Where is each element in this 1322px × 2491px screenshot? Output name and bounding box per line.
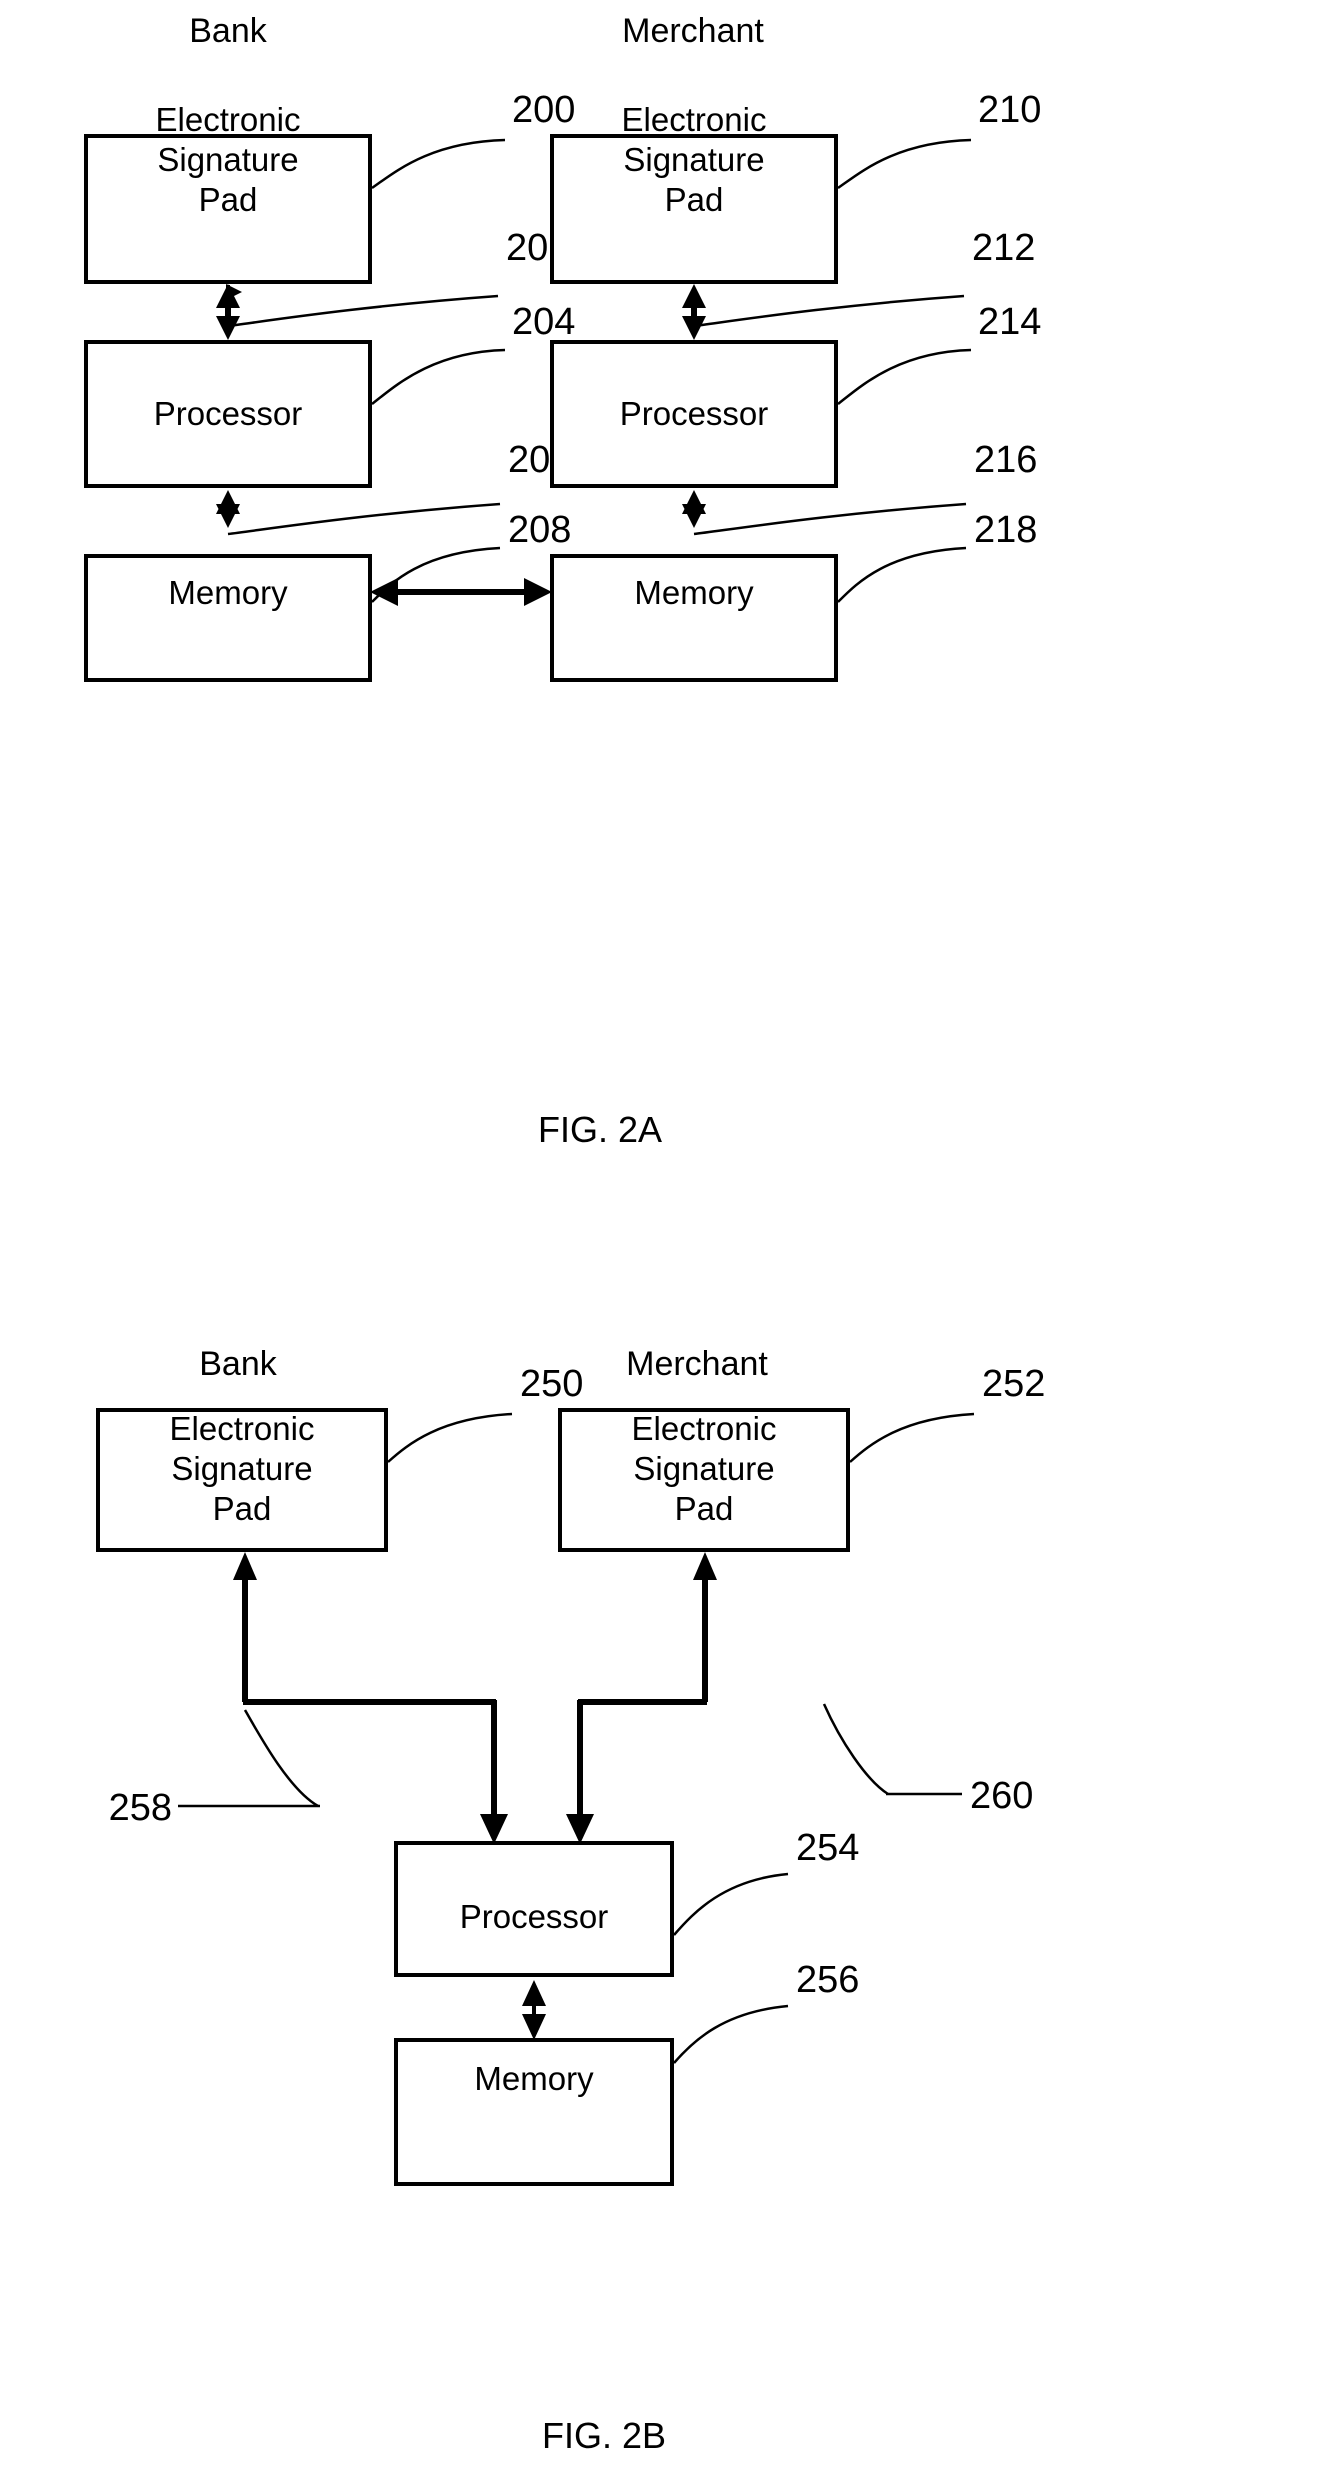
fig2a-conn-202 bbox=[216, 284, 240, 340]
fig2a-leader-202 bbox=[227, 294, 499, 328]
fig2b-conn-pm-arrow-down bbox=[522, 2014, 546, 2040]
fig2a-conn-216 bbox=[682, 490, 706, 528]
fig2b-leader-260 bbox=[822, 1703, 889, 1796]
fig2a-ref-212: 212 bbox=[972, 227, 1035, 269]
fig2a-ref-214: 214 bbox=[978, 301, 1041, 343]
fig2b-leader-258 bbox=[243, 1709, 319, 1808]
fig2b-leader-256 bbox=[673, 2004, 789, 2064]
fig2a-merchant-title: Merchant bbox=[622, 12, 764, 50]
fig2a-leader-214 bbox=[837, 348, 972, 405]
fig2b-conn-260 bbox=[566, 1552, 717, 1844]
fig2b-memory-label: Memory bbox=[474, 2060, 594, 2097]
fig2b-bank-title: Bank bbox=[199, 1345, 277, 1383]
fig2a-merchant-pad-line1: Electronic bbox=[622, 101, 767, 138]
fig2a-ref-218: 218 bbox=[974, 509, 1037, 551]
fig2a-bank-memory-label: Memory bbox=[168, 574, 288, 611]
fig2a-conn-memory-memory bbox=[370, 578, 552, 606]
fig2b-bank-pad-line1: Electronic bbox=[170, 1410, 315, 1447]
fig2b-processor-label: Processor bbox=[460, 1898, 609, 1935]
fig2a-conn-206 bbox=[216, 490, 240, 528]
fig2a-merchant-pad-line2: Signature bbox=[623, 141, 764, 178]
fig2b-leader-254 bbox=[673, 1872, 789, 1936]
fig2b-ref-256: 256 bbox=[796, 1959, 859, 2001]
fig2b-ref-254: 254 bbox=[796, 1827, 859, 1869]
fig2b-conn-processor-memory bbox=[522, 1980, 546, 2040]
fig2a-merchant-memory-label: Memory bbox=[634, 574, 754, 611]
fig2b-caption: FIG. 2B bbox=[542, 2415, 666, 2456]
fig2a-bank-pad-line3: Pad bbox=[199, 181, 258, 218]
fig2b-merchant-pad-line2: Signature bbox=[633, 1450, 774, 1487]
fig2b-conn-260-arrow-down bbox=[566, 1814, 594, 1844]
patent-drawing-sheet: Bank Merchant Electronic Signature Pad 2… bbox=[0, 0, 1322, 2491]
fig2b-ref-260: 260 bbox=[970, 1775, 1033, 1817]
fig2a-bank-pad-line2: Signature bbox=[157, 141, 298, 178]
fig2b-ref-252: 252 bbox=[982, 1363, 1045, 1405]
figures-canvas: Bank Merchant Electronic Signature Pad 2… bbox=[84, 12, 1045, 2456]
fig2a-merchant-processor-label: Processor bbox=[620, 395, 769, 432]
fig2b-merchant-title: Merchant bbox=[626, 1345, 768, 1383]
fig2b-conn-258-arrow-up bbox=[233, 1552, 257, 1580]
fig2a-ref-200: 200 bbox=[512, 89, 575, 131]
fig2a-conn-206-arrow-down bbox=[216, 504, 240, 528]
fig2b-bank-pad-line2: Signature bbox=[171, 1450, 312, 1487]
fig2b-leader-250 bbox=[387, 1412, 513, 1463]
fig2a-leader-200 bbox=[371, 138, 506, 190]
fig2b-merchant-pad-line1: Electronic bbox=[632, 1410, 777, 1447]
fig2a-bank-processor-label: Processor bbox=[154, 395, 303, 432]
figure-2b: Bank Merchant Electronic Signature Pad 2… bbox=[96, 1345, 1045, 2456]
fig2a-leader-206 bbox=[227, 502, 501, 536]
figure-2a: Bank Merchant Electronic Signature Pad 2… bbox=[84, 12, 1041, 1150]
fig2a-conn-202-arrow-down bbox=[216, 316, 240, 340]
fig2a-bank-pad-line1: Electronic bbox=[156, 101, 301, 138]
fig2a-memory-link-arrow-right bbox=[524, 578, 552, 606]
fig2a-caption: FIG. 2A bbox=[538, 1109, 662, 1150]
fig2a-conn-216-arrow-down bbox=[682, 504, 706, 528]
fig2b-merchant-pad-line3: Pad bbox=[675, 1490, 734, 1527]
fig2a-leader-212 bbox=[693, 294, 965, 328]
fig2a-leader-218 bbox=[837, 546, 967, 603]
fig2a-conn-212 bbox=[682, 284, 706, 340]
fig2b-conn-258-arrow-down bbox=[480, 1814, 508, 1844]
fig2a-leader-210 bbox=[837, 138, 972, 190]
fig2a-ref-204: 204 bbox=[512, 301, 575, 343]
fig2b-conn-258 bbox=[233, 1552, 508, 1844]
fig2a-bank-title: Bank bbox=[189, 12, 267, 50]
fig2a-ref-208: 208 bbox=[508, 509, 571, 551]
fig2b-leader-252 bbox=[849, 1412, 975, 1463]
fig2a-memory-link-arrow-left bbox=[370, 578, 398, 606]
fig2a-merchant-pad-line3: Pad bbox=[665, 181, 724, 218]
fig2a-ref-210: 210 bbox=[978, 89, 1041, 131]
fig2b-conn-260-arrow-up bbox=[693, 1552, 717, 1580]
fig2a-conn-212-arrow-down bbox=[682, 316, 706, 340]
fig2a-leader-216 bbox=[693, 502, 967, 536]
fig2a-ref-216: 216 bbox=[974, 439, 1037, 481]
fig2a-leader-204 bbox=[371, 348, 506, 405]
fig2b-ref-258: 258 bbox=[109, 1787, 172, 1829]
fig2b-ref-250: 250 bbox=[520, 1363, 583, 1405]
fig2b-bank-pad-line3: Pad bbox=[213, 1490, 272, 1527]
